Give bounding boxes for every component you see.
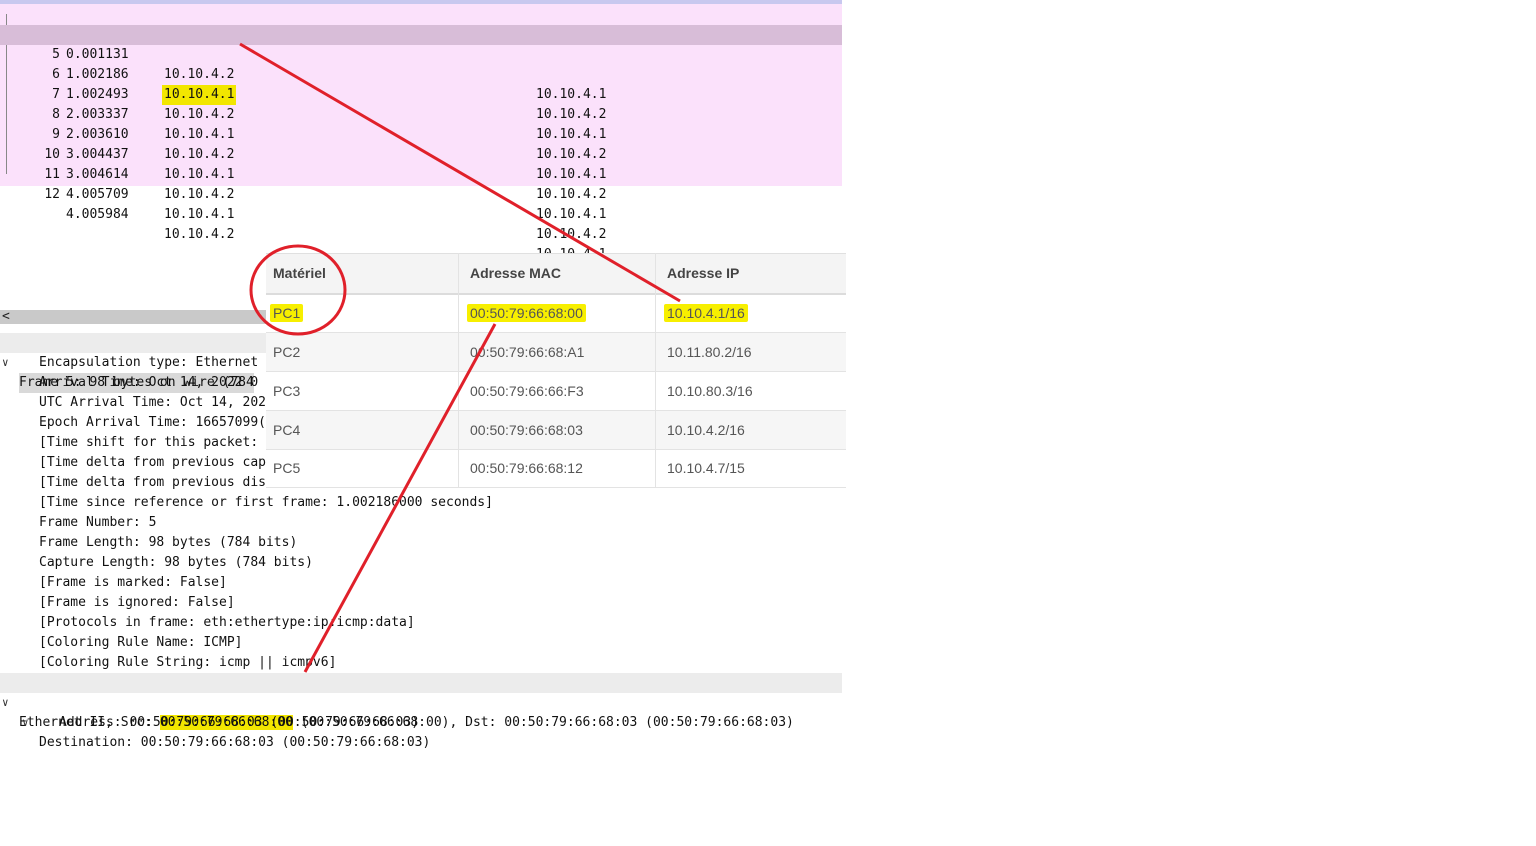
ethernet-tree-node[interactable]: ∨ Ethernet II, Src: 00:50:79:66:68:00 (0…: [0, 673, 842, 730]
table-row: PC3 00:50:79:66:66:F3 10.10.80.3/16: [266, 372, 846, 411]
packet-source: 10.10.4.1: [164, 207, 235, 222]
header-materiel: Matériel: [273, 265, 326, 281]
ip-address: 10.10.4.2/16: [667, 422, 745, 438]
table-row: PC5 00:50:79:66:68:12 10.10.4.7/15: [266, 449, 846, 488]
detail-line[interactable]: [Protocols in frame: eth:ethertype:ip:ic…: [39, 613, 415, 633]
device-table: Matériel Adresse MAC Adresse IP PC1 00:5…: [266, 253, 846, 488]
detail-line[interactable]: Encapsulation type: Ethernet: [39, 353, 258, 373]
table-row: PC1 00:50:79:66:68:00 10.10.4.1/16: [266, 294, 846, 333]
mac-address: 00:50:79:66:66:F3: [470, 383, 584, 399]
detail-line[interactable]: UTC Arrival Time: Oct 14, 202: [39, 393, 266, 413]
device-name-highlighted: PC1: [270, 304, 304, 322]
detail-line[interactable]: [Time since reference or first frame: 1.…: [39, 493, 493, 513]
mac-address: 00:50:79:66:68:03: [470, 422, 583, 438]
packet-destination: 10.10.4.2: [536, 187, 607, 202]
horizontal-scrollbar[interactable]: [0, 310, 266, 324]
destination-tree-node[interactable]: ∨ Destination: 00:50:79:66:68:03 (00:50:…: [0, 693, 842, 750]
packet-time: 4.005984: [66, 207, 129, 222]
mac-address: 00:50:79:66:68:A1: [470, 344, 585, 360]
destination-line: Destination: 00:50:79:66:68:03 (00:50:79…: [39, 735, 431, 750]
packet-list-top-strip: [0, 0, 842, 4]
mac-address-highlighted: 00:50:79:66:68:00: [467, 304, 586, 322]
detail-line[interactable]: [Time delta from previous cap: [39, 453, 266, 473]
packet-source: 10.10.4.2: [164, 227, 235, 242]
column-divider: [655, 253, 656, 488]
packet-source: 10.10.4.2: [164, 187, 235, 202]
mac-address: 00:50:79:66:68:12: [470, 460, 583, 476]
table-header: Matériel Adresse MAC Adresse IP: [266, 253, 846, 295]
device-name: PC2: [273, 344, 301, 360]
ip-address: 10.10.4.7/15: [667, 460, 745, 476]
detail-line[interactable]: [Frame is marked: False]: [39, 573, 227, 593]
detail-line[interactable]: [Frame is ignored: False]: [39, 593, 235, 613]
packet-row[interactable]: 8 2.003610 10.10.4.2 10.10.4.1: [0, 85, 842, 182]
detail-line[interactable]: [Time shift for this packet:: [39, 433, 258, 453]
ip-address-highlighted: 10.10.4.1/16: [664, 304, 748, 322]
detail-line[interactable]: [Coloring Rule Name: ICMP]: [39, 633, 243, 653]
detail-line[interactable]: [Time delta from previous dis: [39, 473, 266, 493]
table-row: PC4 00:50:79:66:68:03 10.10.4.2/16: [266, 411, 846, 450]
ip-address: 10.11.80.2/16: [667, 344, 752, 360]
device-name: PC5: [273, 460, 301, 476]
packet-row[interactable]: 4 0.001131 10.10.4.2 10.10.4.1: [0, 5, 842, 102]
scroll-left-arrow-icon[interactable]: <: [2, 309, 10, 324]
packet-time: 4.005709: [66, 187, 129, 202]
column-divider: [458, 253, 459, 488]
packet-row-selected[interactable]: 5 1.002186 10.10.4.1 10.10.4.2: [0, 25, 842, 122]
address-line[interactable]: Address: 00:50:79:66:68:03 (00:50:79:66:…: [59, 713, 419, 733]
packet-row[interactable]: 12 4.005984 10.10.4.2 10.10.4.1: [0, 165, 842, 262]
device-name: PC4: [273, 422, 301, 438]
detail-line[interactable]: [Coloring Rule String: icmp || icmpv6]: [39, 653, 336, 673]
device-name: PC3: [273, 383, 301, 399]
chevron-down-icon[interactable]: ∨: [22, 713, 29, 733]
ip-address: 10.10.80.3/16: [667, 383, 753, 399]
header-ip: Adresse IP: [667, 265, 740, 281]
packet-destination: 10.10.4.2: [536, 227, 607, 242]
chevron-down-icon[interactable]: ∨: [2, 353, 9, 373]
detail-line[interactable]: Capture Length: 98 bytes (784 bits): [39, 553, 313, 573]
packet-row[interactable]: 9 3.004437 10.10.4.1 10.10.4.2: [0, 105, 842, 202]
detail-line[interactable]: Frame Length: 98 bytes (784 bits): [39, 533, 297, 553]
table-row: PC2 00:50:79:66:68:A1 10.11.80.2/16: [266, 333, 846, 372]
packet-number: 12: [44, 187, 60, 202]
packet-row[interactable]: 10 3.004614 10.10.4.2 10.10.4.1: [0, 125, 842, 222]
packet-row[interactable]: 6 1.002493 10.10.4.2 10.10.4.1: [0, 45, 842, 142]
packet-row[interactable]: 11 4.005709 10.10.4.1 10.10.4.2: [0, 145, 842, 242]
detail-line[interactable]: Arrival Time: Oct 14, 2022 0: [39, 373, 258, 393]
packet-list: 4 0.001131 10.10.4.2 10.10.4.1 5 1.00218…: [0, 0, 842, 262]
packet-destination: 10.10.4.1: [536, 207, 607, 222]
detail-line[interactable]: Frame Number: 5: [39, 513, 156, 533]
packet-row[interactable]: 7 2.003337 10.10.4.1 10.10.4.2: [0, 65, 842, 162]
header-mac: Adresse MAC: [470, 265, 562, 281]
detail-line[interactable]: Epoch Arrival Time: 16657099(: [39, 413, 266, 433]
